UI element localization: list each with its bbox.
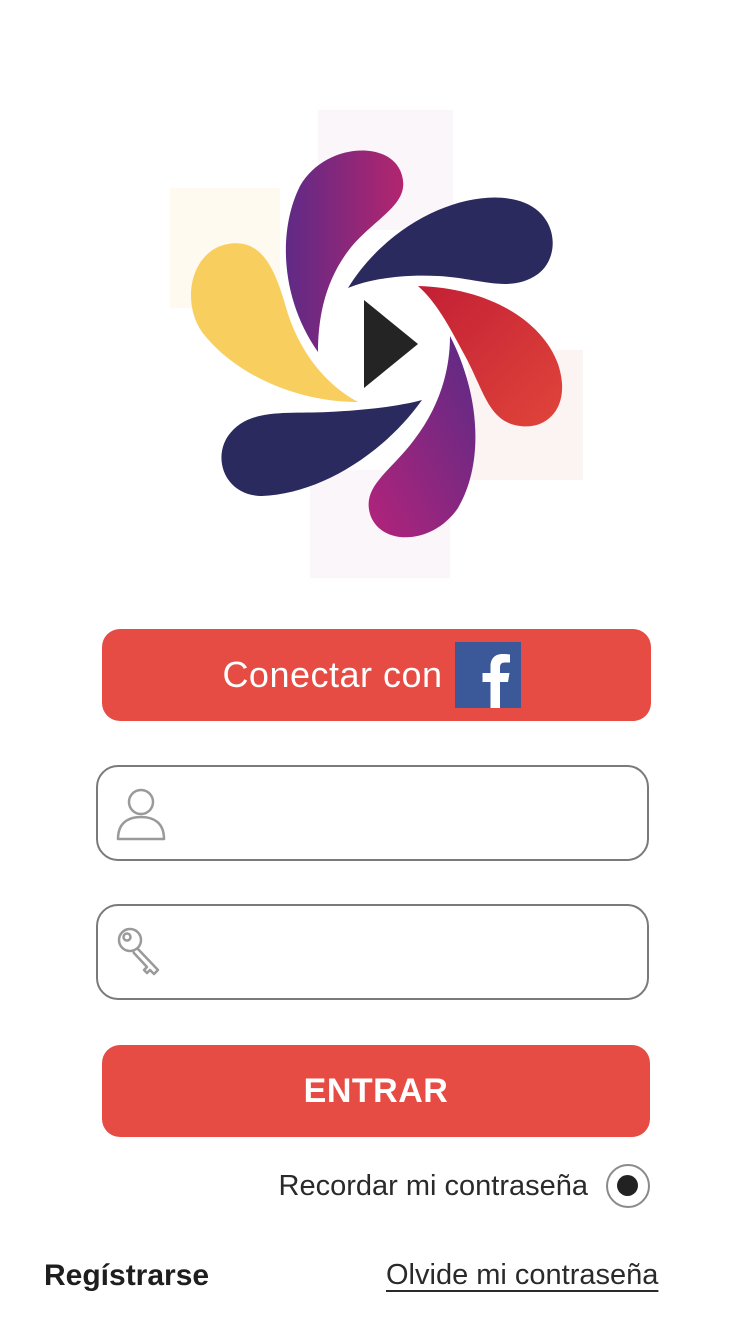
forgot-password-link[interactable]: Olvide mi contraseña	[386, 1259, 658, 1292]
password-field[interactable]	[96, 904, 649, 1000]
password-input[interactable]	[186, 918, 630, 988]
remember-password-label: Recordar mi contraseña	[278, 1170, 588, 1202]
app-logo	[170, 110, 583, 578]
register-link[interactable]: Regístrarse	[44, 1259, 209, 1293]
username-field[interactable]	[96, 765, 649, 861]
user-icon	[116, 788, 166, 841]
enter-button[interactable]: ENTRAR	[102, 1045, 650, 1137]
radio-selected-dot	[617, 1175, 638, 1196]
facebook-icon	[454, 642, 521, 708]
remember-password-radio[interactable]	[606, 1164, 650, 1208]
play-icon	[364, 300, 418, 388]
key-icon	[117, 927, 160, 976]
facebook-button-label: Conectar con	[222, 654, 443, 695]
username-input[interactable]	[186, 779, 630, 849]
facebook-login-button[interactable]: Conectar con	[102, 629, 651, 721]
